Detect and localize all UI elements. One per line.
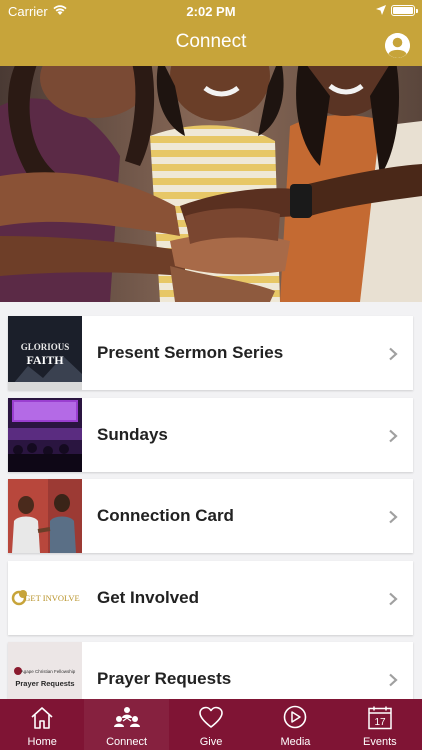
person-circle-icon <box>385 33 410 58</box>
tab-label: Home <box>27 736 57 748</box>
thumb-text: Prayer Requests <box>15 679 74 688</box>
hands-stacked-photo <box>0 66 422 302</box>
list-item[interactable]: Connection Card <box>8 479 413 553</box>
thumb-text: FAITH <box>26 353 64 367</box>
tab-label: Events <box>363 736 397 748</box>
chevron-right-icon <box>389 429 398 442</box>
list-item-label: Get Involved <box>97 587 200 607</box>
status-bar: Carrier 2:02 PM <box>0 0 422 22</box>
location-arrow-icon <box>376 5 386 15</box>
tab-home[interactable]: Home <box>0 699 84 750</box>
sermon-series-thumb: GLORIOUS FAITH <box>8 316 82 390</box>
chevron-right-icon <box>389 510 398 524</box>
list-item-label: Connection Card <box>97 506 234 525</box>
tab-give[interactable]: Give <box>169 699 253 750</box>
play-icon <box>284 705 307 729</box>
list-item[interactable]: GLORIOUS FAITH Present Sermon Series <box>8 316 413 390</box>
tab-label: Connect <box>106 736 148 748</box>
list-item[interactable]: Sundays <box>8 397 413 472</box>
menu-list: GLORIOUS FAITH Present Sermon Series Sun… <box>8 316 413 724</box>
tab-events[interactable]: 17 Events <box>338 699 422 750</box>
tab-bar: Home Connect Give Media 17 Events <box>0 699 422 750</box>
calendar-day: 17 <box>374 717 386 728</box>
people-icon <box>113 707 140 727</box>
top-bar: Carrier 2:02 PM Connect <box>0 0 422 66</box>
list-item-label: Sundays <box>97 424 168 444</box>
list-item-label: Present Sermon Series <box>97 343 284 362</box>
chevron-right-icon <box>389 673 398 687</box>
chevron-right-icon <box>389 592 398 605</box>
battery-icon <box>391 5 418 16</box>
profile-button[interactable] <box>385 33 410 58</box>
connection-card-thumb <box>8 479 82 553</box>
tab-label: Give <box>199 736 223 748</box>
status-time: 2:02 PM <box>186 4 236 19</box>
calendar-icon: 17 <box>368 706 392 730</box>
tab-media[interactable]: Media <box>253 699 337 750</box>
thumb-text: GET INVOLVE <box>24 593 79 603</box>
home-icon <box>31 707 53 729</box>
chevron-right-icon <box>389 347 398 361</box>
get-involved-thumb: GET INVOLVE <box>8 560 82 635</box>
tab-label: Media <box>280 736 311 748</box>
list-item[interactable]: GET INVOLVE Get Involved <box>8 560 413 635</box>
heart-icon <box>199 706 223 728</box>
thumb-text: GLORIOUS <box>21 342 70 352</box>
thumb-text: Agape Christian Fellowship <box>21 669 76 674</box>
sunday-worship-thumb <box>8 397 82 472</box>
tab-connect[interactable]: Connect <box>84 699 169 750</box>
hero-image <box>0 66 422 302</box>
page-title: Connect <box>175 31 247 52</box>
